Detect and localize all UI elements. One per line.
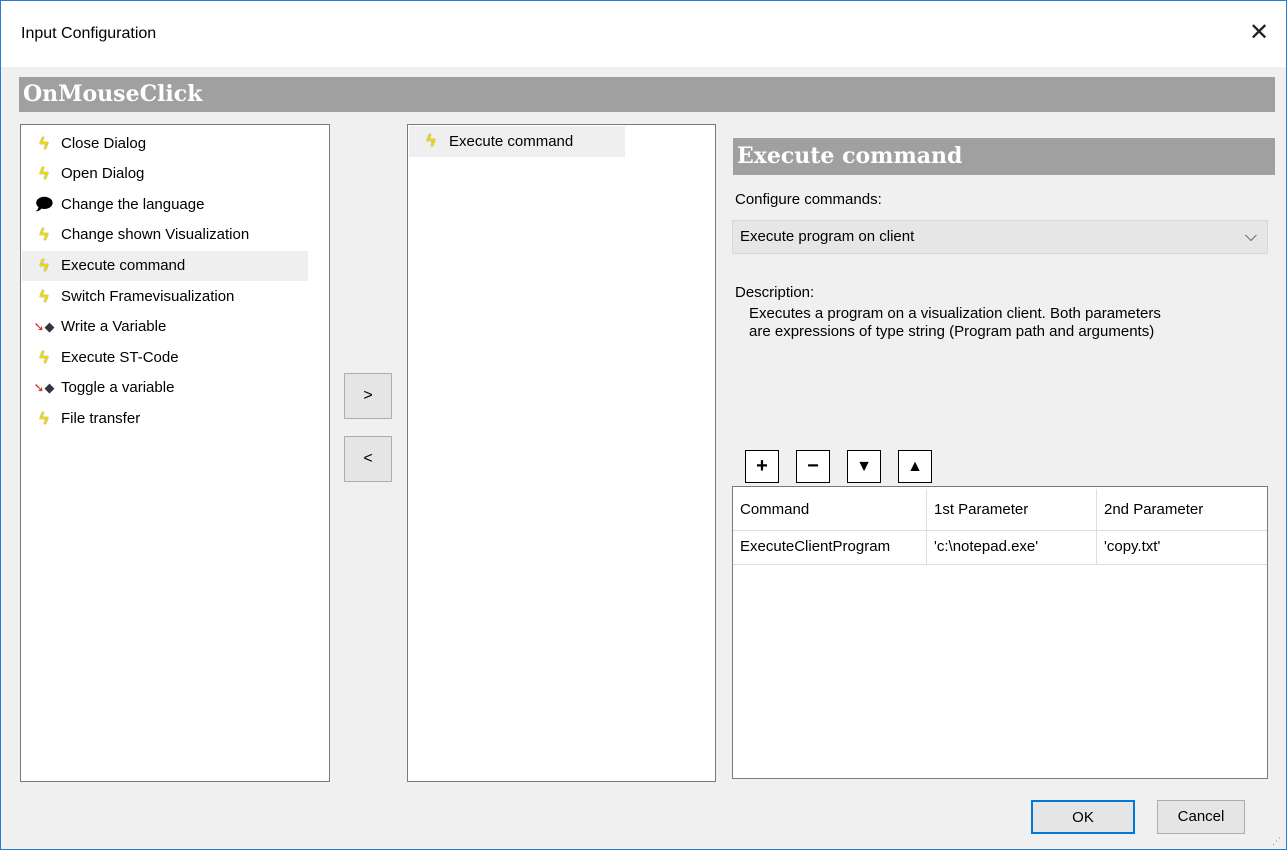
event-name-header: OnMouseClick: [19, 77, 1275, 112]
close-icon[interactable]: ✕: [1244, 19, 1274, 49]
bolt-icon: ϟ: [426, 131, 436, 150]
dialog-title: Input Configuration: [21, 25, 157, 42]
action-item-execute-command[interactable]: ϟ Execute command: [22, 251, 308, 281]
action-item-file-transfer[interactable]: ϟ File transfer: [22, 404, 308, 434]
command-table: Command 1st Parameter 2nd Parameter Exec…: [732, 486, 1268, 779]
move-up-button[interactable]: ▲: [898, 450, 932, 483]
action-item-change-language[interactable]: 🗩 Change the language: [22, 190, 308, 220]
remove-action-button[interactable]: <: [344, 436, 392, 482]
action-label: Switch Framevisualization: [61, 288, 235, 305]
description-text: Executes a program on a visualization cl…: [749, 305, 1161, 340]
description-label: Description:: [735, 284, 815, 301]
action-item-open-dialog[interactable]: ϟ Open Dialog: [22, 159, 308, 189]
available-actions-list[interactable]: ϟ Close Dialog ϟ Open Dialog 🗩 Change the l…: [20, 124, 330, 782]
column-header-second-parameter[interactable]: 2nd Parameter: [1096, 489, 1266, 530]
action-item-toggle-variable[interactable]: ➘◆ Toggle a variable: [22, 373, 308, 403]
configured-actions-list[interactable]: ϟ Execute command: [407, 124, 716, 782]
row-divider: [733, 564, 1267, 565]
ok-button[interactable]: OK: [1031, 800, 1135, 834]
add-action-button[interactable]: >: [344, 373, 392, 419]
speech-bubble-icon: 🗩: [34, 195, 54, 214]
action-item-execute-st-code[interactable]: ϟ Execute ST-Code: [22, 343, 308, 373]
action-item-change-visualization[interactable]: ϟ Change shown Visualization: [22, 220, 308, 250]
add-command-button[interactable]: +: [745, 450, 779, 483]
action-label: Toggle a variable: [61, 379, 175, 396]
column-header-first-parameter[interactable]: 1st Parameter: [926, 489, 1096, 530]
second-parameter-cell[interactable]: 'copy.txt': [1096, 530, 1266, 564]
bolt-icon: ϟ: [39, 164, 49, 183]
configured-action-label: Execute command: [449, 133, 574, 150]
action-label: Change the language: [61, 196, 205, 213]
action-item-close-dialog[interactable]: ϟ Close Dialog: [22, 129, 308, 159]
bolt-icon: ϟ: [39, 134, 49, 153]
action-label: Write a Variable: [61, 318, 167, 335]
column-header-command[interactable]: Command: [733, 489, 926, 530]
variable-write-icon: ➘◆: [33, 319, 55, 334]
bolt-icon: ϟ: [39, 409, 49, 428]
details-title: Execute command: [733, 138, 1275, 175]
chevron-down-icon: ⌵: [1244, 228, 1257, 245]
input-configuration-dialog: Input Configuration ✕ OnMouseClick ϟ Clos…: [0, 0, 1287, 850]
cancel-button[interactable]: Cancel: [1157, 800, 1245, 834]
variable-write-icon: ➘◆: [33, 380, 55, 395]
action-label: File transfer: [61, 410, 141, 427]
action-label: Open Dialog: [61, 165, 145, 182]
bolt-icon: ϟ: [39, 348, 49, 367]
action-label: Close Dialog: [61, 135, 147, 152]
action-label: Execute command: [61, 257, 186, 274]
command-select-value: Execute program on client: [740, 228, 915, 245]
bolt-icon: ϟ: [39, 225, 49, 244]
action-item-switch-frame-visualization[interactable]: ϟ Switch Framevisualization: [22, 282, 308, 312]
first-parameter-cell[interactable]: 'c:\notepad.exe': [926, 530, 1096, 564]
configured-action-execute-command[interactable]: ϟ Execute command: [409, 126, 625, 157]
action-label: Change shown Visualization: [61, 226, 250, 243]
move-down-button[interactable]: ▼: [847, 450, 881, 483]
bolt-icon: ϟ: [39, 256, 49, 275]
command-cell[interactable]: ExecuteClientProgram: [733, 530, 926, 564]
bolt-icon: ϟ: [39, 287, 49, 306]
action-item-write-variable[interactable]: ➘◆ Write a Variable: [22, 312, 308, 342]
remove-command-button[interactable]: −: [796, 450, 830, 483]
command-select[interactable]: Execute program on client ⌵: [732, 220, 1268, 254]
title-bar: Input Configuration ✕: [1, 1, 1286, 67]
action-label: Execute ST-Code: [61, 349, 179, 366]
configure-commands-label: Configure commands:: [735, 191, 882, 208]
resize-grip-icon[interactable]: ⋰: [1272, 836, 1282, 846]
